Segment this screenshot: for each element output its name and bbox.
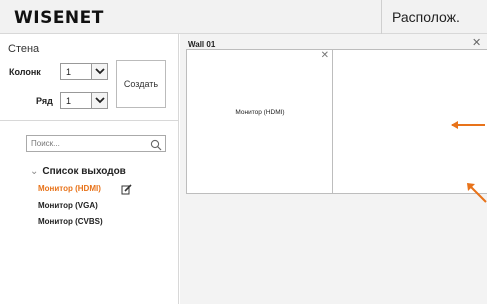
top-separator (381, 0, 382, 34)
output-item-vga[interactable]: Монитор (VGA) (38, 201, 98, 210)
chevron-down-icon[interactable]: ⌄ (30, 166, 38, 177)
search-icon[interactable] (150, 138, 162, 156)
output-item-hdmi[interactable]: Монитор (HDMI) (38, 184, 101, 193)
chevron-down-icon[interactable] (91, 93, 107, 108)
panel-divider (0, 120, 179, 121)
arrow-left-icon (450, 117, 487, 135)
tab-layout[interactable]: Располож. (392, 9, 460, 25)
wall-cell-1[interactable]: ✕ Монитор (HDMI) (187, 50, 333, 193)
wall-section-title: Стена (8, 43, 40, 55)
columns-label: Колонк (9, 67, 41, 77)
output-list-title: Список выходов (42, 166, 126, 177)
rows-select-value: 1 (66, 96, 72, 106)
rows-label: Ряд (36, 96, 53, 106)
output-item-cvbs[interactable]: Монитор (CVBS) (38, 217, 103, 226)
top-bar: WISENET Располож. (0, 0, 487, 34)
search-input[interactable] (27, 136, 149, 151)
close-icon[interactable]: ✕ (321, 50, 329, 61)
wall-grid: ✕ Монитор (HDMI) (186, 49, 487, 194)
close-icon[interactable]: ✕ (472, 36, 481, 49)
search-box (26, 135, 166, 152)
output-list-header[interactable]: ⌄ Список выходов (30, 166, 126, 177)
create-button[interactable]: Создать (116, 60, 166, 108)
left-panel: Стена Колонк 1 Ряд 1 Создать ⌄ Список вых… (0, 34, 179, 304)
edit-icon[interactable] (121, 182, 132, 200)
wisenet-logo: WISENET (14, 8, 104, 28)
arrow-resize-icon (465, 181, 487, 208)
columns-select-value: 1 (66, 67, 72, 77)
chevron-down-icon[interactable] (91, 64, 107, 79)
wall-cell-1-label: Монитор (HDMI) (235, 109, 285, 116)
wall-area: Wall 01 ✕ ✕ Монитор (HDMI) (180, 34, 487, 304)
rows-select[interactable]: 1 (60, 92, 108, 109)
wall-title: Wall 01 (188, 40, 216, 49)
columns-select[interactable]: 1 (60, 63, 108, 80)
logo-text: WISENET (14, 8, 104, 28)
